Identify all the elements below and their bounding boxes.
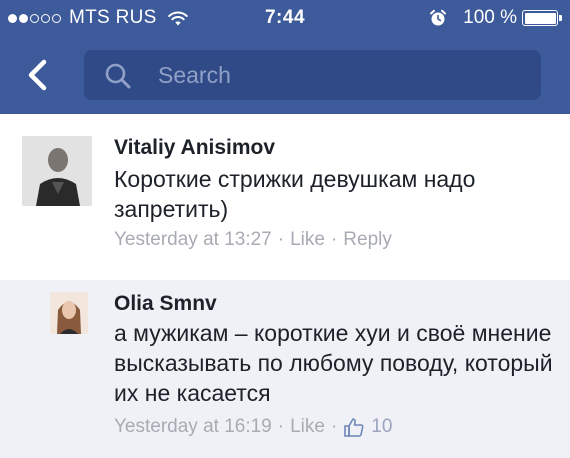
app-header: MTS RUS 7:44 100 % Search bbox=[0, 0, 570, 114]
search-placeholder: Search bbox=[158, 62, 231, 88]
comment-text: а мужикам – короткие хуи и своё мнение в… bbox=[114, 320, 553, 406]
avatar-photo-icon bbox=[50, 292, 88, 334]
battery-percent: 100 % bbox=[463, 7, 517, 28]
search-input[interactable]: Search bbox=[84, 50, 541, 100]
comment-timestamp[interactable]: Yesterday at 16:19 bbox=[114, 416, 272, 438]
back-chevron-icon[interactable] bbox=[22, 58, 54, 92]
avatar[interactable] bbox=[22, 136, 92, 206]
meta-separator: · bbox=[330, 229, 338, 250]
comment-author-name[interactable]: Olia Smnv bbox=[114, 292, 217, 316]
meta-separator: · bbox=[330, 416, 338, 437]
alarm-clock-icon bbox=[430, 9, 447, 26]
meta-separator: · bbox=[277, 229, 285, 250]
comment-meta: Yesterday at 16:19 · Like · 10 bbox=[114, 416, 392, 438]
search-icon bbox=[105, 63, 131, 89]
thumbs-up-icon[interactable] bbox=[343, 416, 365, 438]
meta-separator: · bbox=[277, 416, 285, 437]
status-right: 100 % bbox=[429, 7, 562, 29]
comment-author-name[interactable]: Vitaliy Anisimov bbox=[114, 136, 275, 160]
reply-button[interactable]: Reply bbox=[343, 229, 392, 251]
like-button[interactable]: Like bbox=[290, 416, 325, 438]
status-bar: MTS RUS 7:44 100 % bbox=[0, 0, 570, 38]
battery-icon bbox=[522, 10, 562, 26]
avatar[interactable] bbox=[50, 292, 88, 334]
like-count[interactable]: 10 bbox=[371, 416, 392, 438]
comment-timestamp[interactable]: Yesterday at 13:27 bbox=[114, 229, 272, 251]
comment-meta: Yesterday at 13:27 · Like · Reply bbox=[114, 229, 392, 251]
like-button[interactable]: Like bbox=[290, 229, 325, 251]
comment-text: Короткие стрижки девушкам надо запретить… bbox=[114, 166, 476, 222]
avatar-photo-icon bbox=[22, 136, 92, 206]
